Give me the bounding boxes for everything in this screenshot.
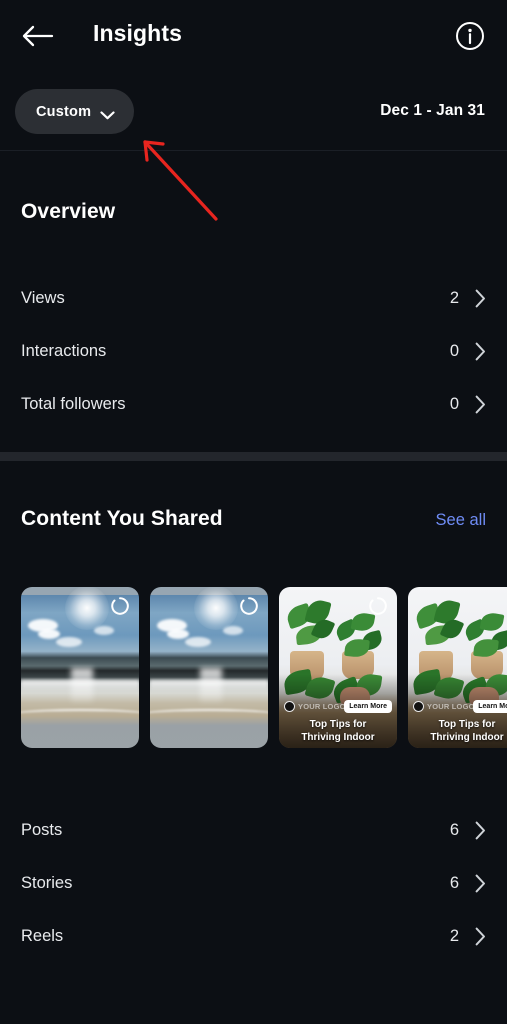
advertiser-logo: YOUR LOGO (284, 701, 346, 712)
chevron-right-icon (475, 821, 486, 840)
stat-row-stories[interactable]: Stories 6 (0, 857, 507, 910)
insights-screen: Insights Custom Dec 1 - Jan 31 Overview … (0, 0, 507, 1024)
preset-filter-label: Custom (36, 103, 92, 120)
section-divider (0, 452, 507, 461)
advertiser-logo: YOUR LOGO (413, 701, 475, 712)
stat-value: 2 (449, 927, 459, 945)
chevron-right-icon (475, 289, 486, 308)
card-caption-line2: Thriving Indoor (430, 731, 504, 743)
stat-row-interactions[interactable]: Interactions 0 (0, 325, 507, 378)
chevron-down-icon (100, 107, 115, 120)
see-all-link[interactable]: See all (436, 511, 486, 530)
content-card[interactable]: YOUR LOGO Learn More Top Tips for Thrivi… (279, 587, 397, 748)
stat-row-reels[interactable]: Reels 2 (0, 910, 507, 963)
chevron-right-icon (475, 342, 486, 361)
date-filter-bar: Custom Dec 1 - Jan 31 (0, 72, 507, 150)
stat-value: 0 (449, 342, 459, 360)
loading-spinner-icon (239, 596, 259, 616)
content-shared-title: Content You Shared (21, 507, 223, 530)
stat-label: Interactions (21, 342, 107, 360)
card-caption-line1: Top Tips for (438, 719, 496, 730)
chevron-right-icon (475, 395, 486, 414)
content-card[interactable] (21, 587, 139, 748)
loading-spinner-icon (368, 596, 388, 616)
arrow-left-icon[interactable] (20, 22, 54, 50)
logo-label: YOUR LOGO (298, 702, 346, 711)
chevron-right-icon (475, 927, 486, 946)
stat-label: Views (21, 289, 65, 307)
stat-row-posts[interactable]: Posts 6 (0, 804, 507, 857)
content-card[interactable]: YOUR LOGO Learn More Top Tips for Thrivi… (408, 587, 507, 748)
info-circle-icon[interactable] (455, 21, 485, 51)
loading-spinner-icon (110, 596, 130, 616)
logo-mark-icon (284, 701, 295, 712)
content-thumbnail-carousel[interactable]: YOUR LOGO Learn More Top Tips for Thrivi… (0, 587, 507, 749)
stat-row-total-followers[interactable]: Total followers 0 (0, 378, 507, 431)
card-caption: Top Tips for Thriving Indoor (279, 719, 397, 744)
stat-label: Reels (21, 927, 64, 945)
overview-title: Overview (21, 200, 116, 223)
content-card[interactable] (150, 587, 268, 748)
card-caption-line2: Thriving Indoor (301, 731, 375, 743)
learn-more-button[interactable]: Learn More (344, 700, 392, 713)
overview-stat-list: Views 2 Interactions 0 Total followers 0 (0, 272, 507, 431)
card-caption-line1: Top Tips for (309, 719, 367, 730)
stat-row-views[interactable]: Views 2 (0, 272, 507, 325)
learn-more-button[interactable]: Learn More (473, 700, 507, 713)
app-header: Insights (0, 0, 507, 72)
chevron-right-icon (475, 874, 486, 893)
stat-label: Total followers (21, 395, 126, 413)
stat-value: 6 (449, 821, 459, 839)
stat-value: 2 (449, 289, 459, 307)
content-stat-list: Posts 6 Stories 6 Reels 2 (0, 804, 507, 963)
stat-label: Stories (21, 874, 73, 892)
header-divider (0, 150, 507, 151)
preset-filter-button[interactable]: Custom (15, 89, 135, 134)
stat-value: 6 (449, 874, 459, 892)
stat-label: Posts (21, 821, 63, 839)
page-title: Insights (93, 20, 182, 46)
logo-label: YOUR LOGO (427, 702, 475, 711)
stat-value: 0 (449, 395, 459, 413)
card-caption: Top Tips for Thriving Indoor (408, 719, 507, 744)
logo-mark-icon (413, 701, 424, 712)
date-range-label[interactable]: Dec 1 - Jan 31 (380, 102, 485, 120)
